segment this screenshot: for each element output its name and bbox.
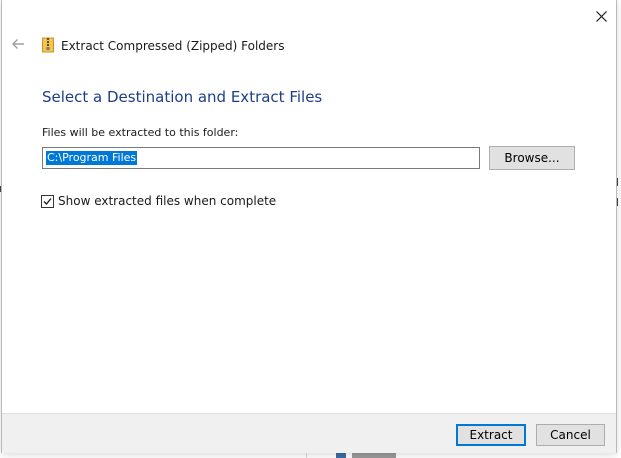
dialog-header: Extract Compressed (Zipped) Folders xyxy=(2,30,616,64)
browse-button[interactable]: Browse... xyxy=(489,146,575,170)
destination-path-input[interactable]: C:\Program Files xyxy=(42,147,480,169)
close-button[interactable] xyxy=(586,0,616,32)
show-files-label: Show extracted files when complete xyxy=(58,194,277,208)
extract-dialog: Extract Compressed (Zipped) Folders Sele… xyxy=(2,0,616,453)
show-files-option[interactable]: Show extracted files when complete xyxy=(41,194,276,208)
section-title: Select a Destination and Extract Files xyxy=(42,88,323,106)
dialog-title: Extract Compressed (Zipped) Folders xyxy=(61,39,285,53)
back-arrow-icon[interactable] xyxy=(11,37,25,51)
zip-folder-icon xyxy=(42,37,54,53)
show-files-checkbox[interactable] xyxy=(41,194,54,208)
destination-path-value: C:\Program Files xyxy=(46,151,138,165)
dialog-footer: Extract Cancel xyxy=(2,413,616,453)
cancel-button[interactable]: Cancel xyxy=(536,424,605,446)
background-fragment xyxy=(616,178,621,186)
background-fragment xyxy=(616,198,621,206)
checkmark-icon xyxy=(43,197,52,205)
close-icon xyxy=(595,10,607,22)
destination-label: Files will be extracted to this folder: xyxy=(42,126,239,139)
extract-button[interactable]: Extract xyxy=(456,424,526,446)
